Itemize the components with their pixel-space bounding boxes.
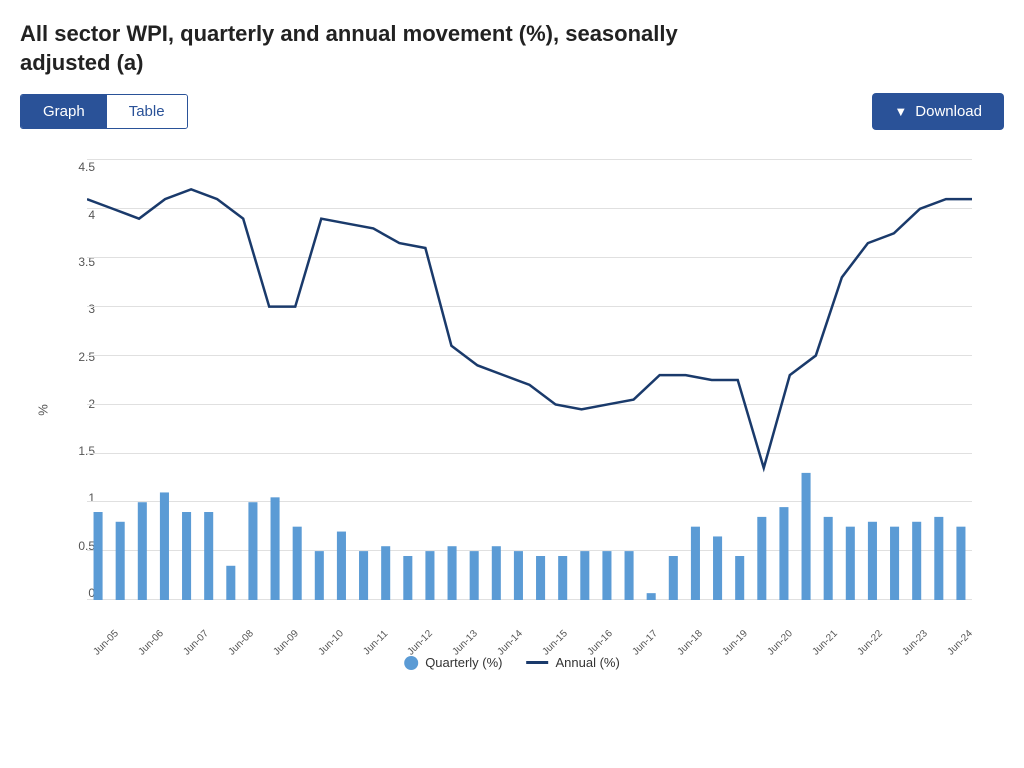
legend-quarterly-icon — [404, 656, 418, 670]
bar — [337, 532, 346, 600]
x-tick-label: Jun-08 — [226, 628, 255, 657]
bar — [293, 527, 302, 600]
legend-annual-label: Annual (%) — [555, 655, 619, 670]
bar — [802, 473, 811, 600]
tab-group: Graph Table — [20, 94, 188, 129]
chart-container: % 0 0.5 1 1.5 2 2.5 3 3.5 4 4.5 — [32, 150, 992, 670]
legend-quarterly-label: Quarterly (%) — [425, 655, 502, 670]
x-tick-label: Jun-09 — [271, 628, 300, 657]
bar — [248, 502, 257, 600]
bar — [580, 551, 589, 600]
tab-table[interactable]: Table — [107, 95, 187, 128]
bar — [204, 512, 213, 600]
x-tick-label: Jun-05 — [91, 628, 120, 657]
x-tick-label: Jun-16 — [586, 628, 615, 657]
bar — [868, 522, 877, 600]
x-tick-label: Jun-23 — [901, 628, 930, 657]
bar — [625, 551, 634, 600]
x-tick-label: Jun-12 — [406, 628, 435, 657]
bar — [116, 522, 125, 600]
bar — [890, 527, 899, 600]
x-tick-label: Jun-13 — [451, 628, 480, 657]
chart-svg — [87, 160, 972, 600]
bar — [182, 512, 191, 600]
bar — [757, 517, 766, 600]
bar — [138, 502, 147, 600]
bar — [403, 556, 412, 600]
bar — [315, 551, 324, 600]
x-tick-label: Jun-10 — [316, 628, 345, 657]
download-button[interactable]: ▼ Download — [872, 93, 1004, 130]
bar — [956, 527, 965, 600]
annual-line — [87, 190, 972, 469]
legend: Quarterly (%) Annual (%) — [404, 655, 620, 670]
download-icon: ▼ — [894, 104, 907, 119]
chart-svg-area — [87, 160, 972, 600]
download-label: Download — [915, 103, 982, 120]
bar — [492, 546, 501, 600]
x-tick-label: Jun-11 — [361, 629, 390, 658]
x-tick-label: Jun-18 — [676, 628, 705, 657]
bar — [846, 527, 855, 600]
bar — [160, 493, 169, 601]
x-tick-label: Jun-14 — [496, 628, 525, 657]
bar — [713, 537, 722, 601]
bar — [381, 546, 390, 600]
bar — [536, 556, 545, 600]
bar — [602, 551, 611, 600]
y-axis-label: % — [35, 404, 50, 416]
bar — [359, 551, 368, 600]
x-tick-label: Jun-22 — [856, 628, 885, 657]
bar — [514, 551, 523, 600]
bars-group — [94, 473, 966, 600]
bar — [735, 556, 744, 600]
bar — [558, 556, 567, 600]
page-title: All sector WPI, quarterly and annual mov… — [20, 20, 720, 77]
bar — [669, 556, 678, 600]
x-tick-label: Jun-20 — [766, 628, 795, 657]
x-tick-label: Jun-15 — [541, 628, 570, 657]
bar — [425, 551, 434, 600]
legend-quarterly: Quarterly (%) — [404, 655, 502, 670]
x-axis: Jun-05Jun-06Jun-07Jun-08Jun-09Jun-10Jun-… — [87, 639, 972, 650]
bar — [94, 512, 103, 600]
bar — [779, 507, 788, 600]
toolbar: Graph Table ▼ Download — [20, 93, 1004, 130]
bar — [912, 522, 921, 600]
bar — [691, 527, 700, 600]
bar — [647, 593, 656, 600]
bar — [271, 498, 280, 601]
x-tick-label: Jun-07 — [181, 628, 210, 657]
x-tick-label: Jun-06 — [136, 628, 165, 657]
tab-graph[interactable]: Graph — [21, 95, 107, 128]
bar — [824, 517, 833, 600]
x-tick-label: Jun-21 — [811, 628, 840, 657]
bar — [470, 551, 479, 600]
legend-annual: Annual (%) — [526, 655, 619, 670]
x-tick-label: Jun-17 — [631, 628, 660, 657]
x-tick-label: Jun-19 — [721, 628, 750, 657]
legend-annual-icon — [526, 661, 548, 664]
x-tick-label: Jun-24 — [946, 628, 975, 657]
bar — [934, 517, 943, 600]
bar — [448, 546, 457, 600]
bar — [226, 566, 235, 600]
